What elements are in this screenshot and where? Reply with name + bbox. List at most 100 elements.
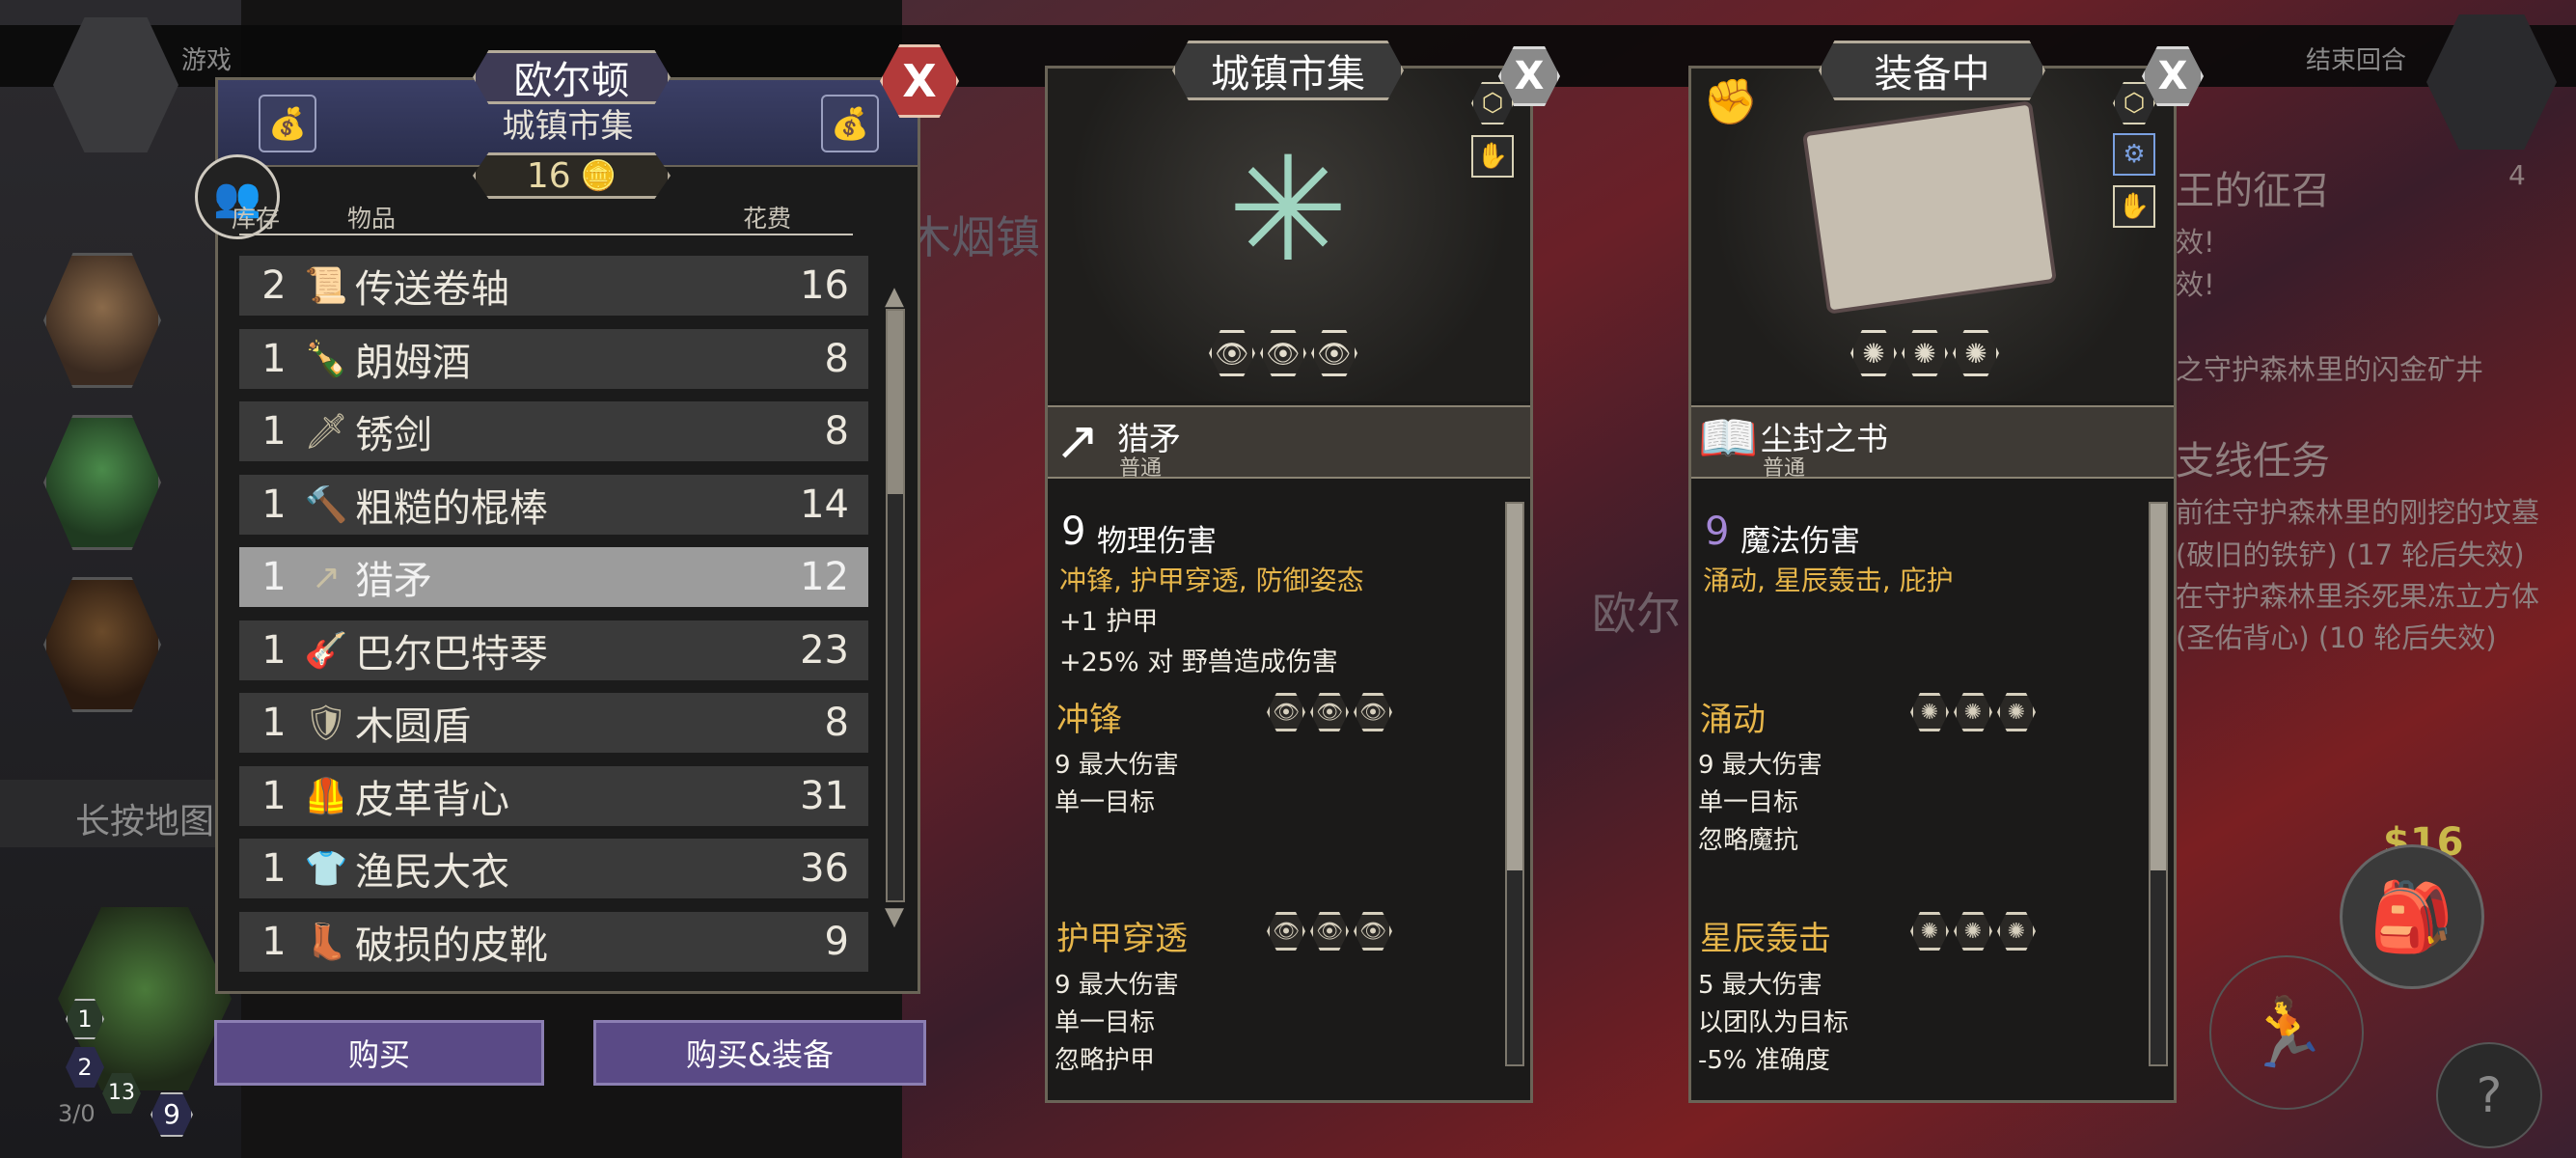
item-quantity: 1 [261,846,287,891]
scroll-up-icon[interactable]: ▲ [885,282,904,311]
item-name: 巴尔巴特琴 [355,632,548,676]
backpack-icon[interactable]: 🎒 [2340,844,2484,989]
item-quantity: 2 [261,263,287,308]
scroll-down-icon[interactable]: ▼ [885,902,904,931]
ability-detail: -5% 准确度 [1698,1046,1830,1075]
game-menu-label[interactable]: 游戏 [181,41,232,76]
header-divider [239,234,853,235]
item-traits: 涌动, 星辰轰击, 庇护 [1703,565,1954,596]
ability-detail: 9 最大伤害 [1055,751,1179,780]
shop-item-row[interactable]: 1 🦺 皮革背心 31 [239,766,868,826]
damage-type: 魔法伤害 [1740,524,1860,559]
ability-name: 护甲穿透 [1056,920,1188,958]
shirt-icon: 👕 [304,849,348,889]
buy-button[interactable]: 购买 [214,1020,544,1086]
ability-detail: 单一目标 [1055,1008,1156,1037]
book-art-icon [1801,100,2058,315]
quest-line: 之守护森林里的闪金矿井 [2176,353,2484,386]
item-cost: 8 [824,337,849,381]
side-quest-line: 前往守护森林里的刚挖的坟墓 [2176,496,2540,529]
ability-detail: 5 最大伤害 [1698,971,1822,1000]
item-rarity: 普通 [1763,456,1806,481]
shop-scroll-thumb[interactable] [888,311,903,494]
shop-item-row[interactable]: 1 ↗ 猎矛 12 [239,547,868,607]
shop-item-row[interactable]: 2 📜 传送卷轴 16 [239,256,868,316]
item-cost: 23 [800,628,849,673]
sword-icon: 🗡 [304,412,348,452]
item-name: 传送卷轴 [355,267,509,312]
gear-icon: ⚙ [2113,133,2155,176]
ability-name: 冲锋 [1056,701,1122,739]
sprint-icon[interactable]: 🏃 [2209,955,2364,1110]
shop-item-row[interactable]: 1 🍾 朗姆酒 8 [239,329,868,389]
shop-item-row[interactable]: 1 🗡 锈剑 8 [239,401,868,461]
item-stat: +25% 对 野兽造成伤害 [1059,648,1338,677]
item-name: 破损的皮靴 [355,924,548,968]
damage-value: 9 [1061,510,1086,554]
item-quantity: 1 [261,774,287,818]
book-icon: 📖 [1698,410,1759,466]
hand-grab-icon: ✊ [1703,75,1759,127]
quest-line: 效! [2176,268,2215,301]
hud-small-text: 3/0 [58,1100,96,1127]
end-turn-button[interactable]: 结束回合 [2306,41,2406,76]
item-name: 渔民大衣 [355,850,509,895]
spear-icon: ↗ [311,557,342,597]
item-quantity: 1 [261,628,287,673]
spear-art-icon: ✳ [1227,126,1349,294]
item-rarity: 普通 [1119,456,1163,481]
col-item: 物品 [347,205,397,233]
item-quantity: 1 [261,409,287,454]
map-hint: 长按地图 [75,802,215,841]
item-name: 猎矛 [355,559,432,603]
side-quest-line: (圣佑背心) (10 轮后失效) [2176,621,2497,654]
item-name: 木圆盾 [355,704,471,749]
item-name: 朗姆酒 [355,341,471,385]
bottle-icon: 🍾 [304,340,348,379]
ability-name: 涌动 [1700,701,1766,739]
item-cost: 36 [800,846,849,891]
gold-value: 16 [526,155,571,196]
shop-item-row[interactable]: 1 🛡 木圆盾 8 [239,693,868,753]
item-quantity: 1 [261,555,287,599]
help-book-icon[interactable]: ? [2436,1042,2542,1148]
item-cost: 12 [800,555,849,599]
hand-icon: ✋ [2113,185,2155,228]
boot-icon: 👢 [304,923,348,962]
shop-item-row[interactable]: 1 👕 渔民大衣 36 [239,839,868,898]
item-cost: 8 [824,701,849,745]
item-cost: 14 [800,482,849,527]
side-quest-title: 支线任务 [2176,439,2330,483]
item-stat: +1 护甲 [1059,607,1159,637]
quest-counter: 4 [2508,159,2526,191]
ability-detail: 9 最大伤害 [1055,971,1179,1000]
shield-icon: 🛡 [304,703,348,743]
ability-detail: 9 最大伤害 [1698,751,1822,780]
club-icon: 🔨 [304,485,348,525]
item-quantity: 1 [261,701,287,745]
item-traits: 冲锋, 护甲穿透, 防御姿态 [1059,565,1364,596]
vest-icon: 🦺 [304,777,348,816]
ability-detail: 忽略魔抗 [1698,826,1799,855]
map-town-label: 欧尔 [1592,588,1681,640]
market-title: 城镇市集 [502,107,634,146]
item-name: 锈剑 [355,413,432,457]
quest-line: 效! [2176,226,2215,259]
buy-equip-button[interactable]: 购买&装备 [593,1020,926,1086]
ability-detail: 以团队为目标 [1698,1008,1850,1037]
ability-detail: 单一目标 [1698,788,1799,817]
item-name: 粗糙的棍棒 [355,486,548,531]
ability-name: 星辰轰击 [1700,920,1831,958]
card-scroll-thumb[interactable] [2151,504,2166,870]
coins-icon: 🪙 [580,158,617,193]
shop-item-row[interactable]: 1 👢 破损的皮靴 9 [239,912,868,972]
col-cost: 花费 [743,205,792,233]
item-cost: 8 [824,409,849,454]
card-source-tag: 城镇市集 [1172,41,1404,100]
shop-item-row[interactable]: 1 🔨 粗糙的棍棒 14 [239,475,868,535]
shop-item-row[interactable]: 1 🎸 巴尔巴特琴 23 [239,620,868,680]
card-scroll-thumb[interactable] [1507,504,1522,870]
ability-detail: 忽略护甲 [1055,1046,1156,1075]
ability-detail: 单一目标 [1055,788,1156,817]
side-quest-line: (破旧的铁铲) (17 轮后失效) [2176,538,2525,571]
